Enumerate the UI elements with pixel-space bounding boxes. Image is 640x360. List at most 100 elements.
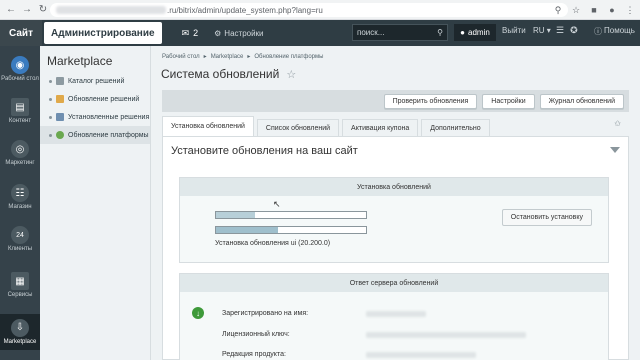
list-icon[interactable]: ☰ (556, 25, 564, 36)
forward-icon[interactable]: → (20, 3, 34, 17)
menu-item-desktop[interactable]: ◉ Рабочий стол (0, 56, 40, 83)
menu-item-label: Магазин (8, 204, 32, 210)
search-placeholder: поиск... (357, 28, 385, 37)
menu-item-label: Маркетинг (5, 160, 35, 166)
redacted-value (366, 311, 426, 317)
check-download-icon: ↓ (192, 307, 204, 319)
bullet-icon (49, 79, 52, 83)
page-title: Система обновлений ☆ (161, 67, 296, 81)
user-button[interactable]: ● admin (454, 24, 496, 41)
progress-bar-module (215, 226, 367, 234)
search-input[interactable]: поиск... ⚲ (352, 24, 448, 41)
menu-item-label: Контент (8, 118, 32, 124)
desktop-icon: ◉ (11, 56, 29, 74)
profile-icon[interactable]: ● (606, 3, 618, 17)
tab-install-updates[interactable]: Установка обновлений (162, 116, 254, 136)
services-icon: ▦ (11, 272, 29, 290)
pin-icon[interactable]: ✪ (570, 25, 578, 36)
notifications-button[interactable]: ✉ 2 (182, 28, 199, 39)
pin-tabs-icon[interactable]: ✩ (614, 119, 621, 128)
update-journal-button[interactable]: Журнал обновлений (539, 93, 624, 109)
menu-item-marketing[interactable]: ◎ Маркетинг (0, 140, 40, 167)
address-bar[interactable]: .ru/bitrix/admin/update_system.php?lang=… (50, 3, 568, 17)
mouse-cursor-icon: ↖ (273, 199, 281, 209)
help-label: Помощь (604, 26, 635, 35)
user-name: admin (468, 28, 490, 37)
browser-menu-icon[interactable]: ⋮ (624, 3, 636, 17)
collapse-arrow-icon[interactable] (610, 147, 620, 153)
menu-item-shop[interactable]: ☷ Магазин (0, 184, 40, 211)
submenu-item-installed[interactable]: Установленные решения (40, 108, 150, 126)
product-edition-label: Редакция продукта: (222, 351, 286, 358)
notifications-count: 2 (193, 28, 199, 38)
toolbar: Проверить обновления Настройки Журнал об… (162, 90, 629, 112)
url-text: .ru/bitrix/admin/update_system.php?lang=… (167, 5, 323, 15)
gear-icon: ⚙ (214, 28, 222, 38)
chat-icon: ✉ (181, 27, 190, 38)
submenu-item-label: Каталог решений (68, 77, 125, 85)
redacted-value (366, 352, 476, 358)
help-link[interactable]: ⓘ Помощь (594, 26, 635, 37)
submenu-item-platform-update[interactable]: Обновление платформы (40, 126, 150, 144)
menu-item-label: Marketplace (3, 338, 37, 345)
breadcrumb-item[interactable]: Обновление платформы (254, 54, 323, 60)
logout-link[interactable]: Выйти (502, 26, 526, 35)
cloud-download-icon: ⇩ (11, 318, 29, 337)
settings-link[interactable]: ⚙ Настройки (214, 29, 263, 38)
breadcrumb: Рабочий стол ▸ Marketplace ▸ Обновление … (162, 53, 323, 61)
site-button[interactable]: Сайт (0, 20, 42, 46)
update-solutions-icon (56, 95, 64, 103)
user-icon: ● (460, 28, 466, 37)
menu-item-services[interactable]: ▦ Сервисы (0, 272, 40, 299)
key-icon[interactable]: ⚲ (552, 3, 564, 17)
bullet-icon (49, 115, 52, 119)
submenu-item-solution-updates[interactable]: Обновление решений (40, 90, 150, 108)
target-icon: ◎ (11, 140, 29, 158)
menu-item-clients[interactable]: 24 Клиенты (0, 226, 40, 253)
admin-button[interactable]: Администрирование (44, 22, 162, 44)
language-select[interactable]: RU ▾ (533, 26, 551, 35)
marketplace-submenu: Marketplace Каталог решений Обновление р… (40, 46, 151, 360)
tab-updates-list[interactable]: Список обновлений (256, 119, 340, 136)
license-key-label: Лицензионный ключ: (222, 331, 290, 338)
install-box-header: Установка обновлений (180, 178, 608, 196)
main-content: Рабочий стол ▸ Marketplace ▸ Обновление … (152, 46, 640, 360)
bullet-icon (49, 97, 52, 101)
submenu-item-catalog[interactable]: Каталог решений (40, 72, 150, 90)
stop-install-button[interactable]: Остановить установку (501, 209, 592, 226)
reload-icon[interactable]: ↻ (36, 3, 50, 17)
progress-fill (216, 227, 278, 233)
server-response-box: Ответ сервера обновлений ↓ Зарегистриров… (179, 273, 609, 360)
submenu-item-label: Обновление решений (68, 95, 140, 103)
registered-to-label: Зарегистрировано на имя: (222, 310, 309, 317)
platform-update-icon (56, 131, 64, 139)
installed-solutions-icon (56, 113, 64, 121)
server-box-header: Ответ сервера обновлений (180, 274, 608, 292)
breadcrumb-separator-icon: ▸ (203, 54, 207, 60)
bookmark-star-icon[interactable]: ☆ (570, 3, 582, 17)
catalog-icon (56, 77, 64, 85)
tab-additional[interactable]: Дополнительно (421, 119, 490, 136)
menu-item-label: Клиенты (7, 246, 33, 252)
section-title: Установите обновления на ваш сайт (171, 145, 358, 157)
install-status-text: Установка обновления ui (20.200.0) (215, 240, 331, 247)
breadcrumb-item[interactable]: Marketplace (211, 54, 244, 60)
page-title-text: Система обновлений (161, 67, 280, 81)
tab-coupon-activation[interactable]: Активация купона (342, 119, 419, 136)
redacted-value (366, 332, 526, 338)
breadcrumb-item[interactable]: Рабочий стол (162, 54, 200, 60)
breadcrumb-separator-icon: ▸ (247, 54, 251, 60)
menu-item-content[interactable]: ▤ Контент (0, 98, 40, 125)
back-icon[interactable]: ← (4, 3, 18, 17)
tabs: Установка обновлений Список обновлений А… (162, 116, 629, 137)
admin-topbar: Сайт Администрирование ✉ 2 ⚙ Настройки п… (0, 20, 640, 46)
menu-item-label: Рабочий стол (1, 76, 39, 82)
menu-item-marketplace[interactable]: ⇩ Marketplace (0, 314, 40, 350)
check-updates-button[interactable]: Проверить обновления (383, 93, 478, 109)
favorite-star-icon[interactable]: ☆ (286, 68, 296, 81)
browser-bar: ← → ↻ .ru/bitrix/admin/update_system.php… (0, 0, 640, 20)
redacted-domain (56, 6, 166, 14)
settings-label: Настройки (224, 28, 264, 38)
extension-icon[interactable]: ■ (588, 3, 600, 17)
settings-button[interactable]: Настройки (482, 93, 535, 109)
